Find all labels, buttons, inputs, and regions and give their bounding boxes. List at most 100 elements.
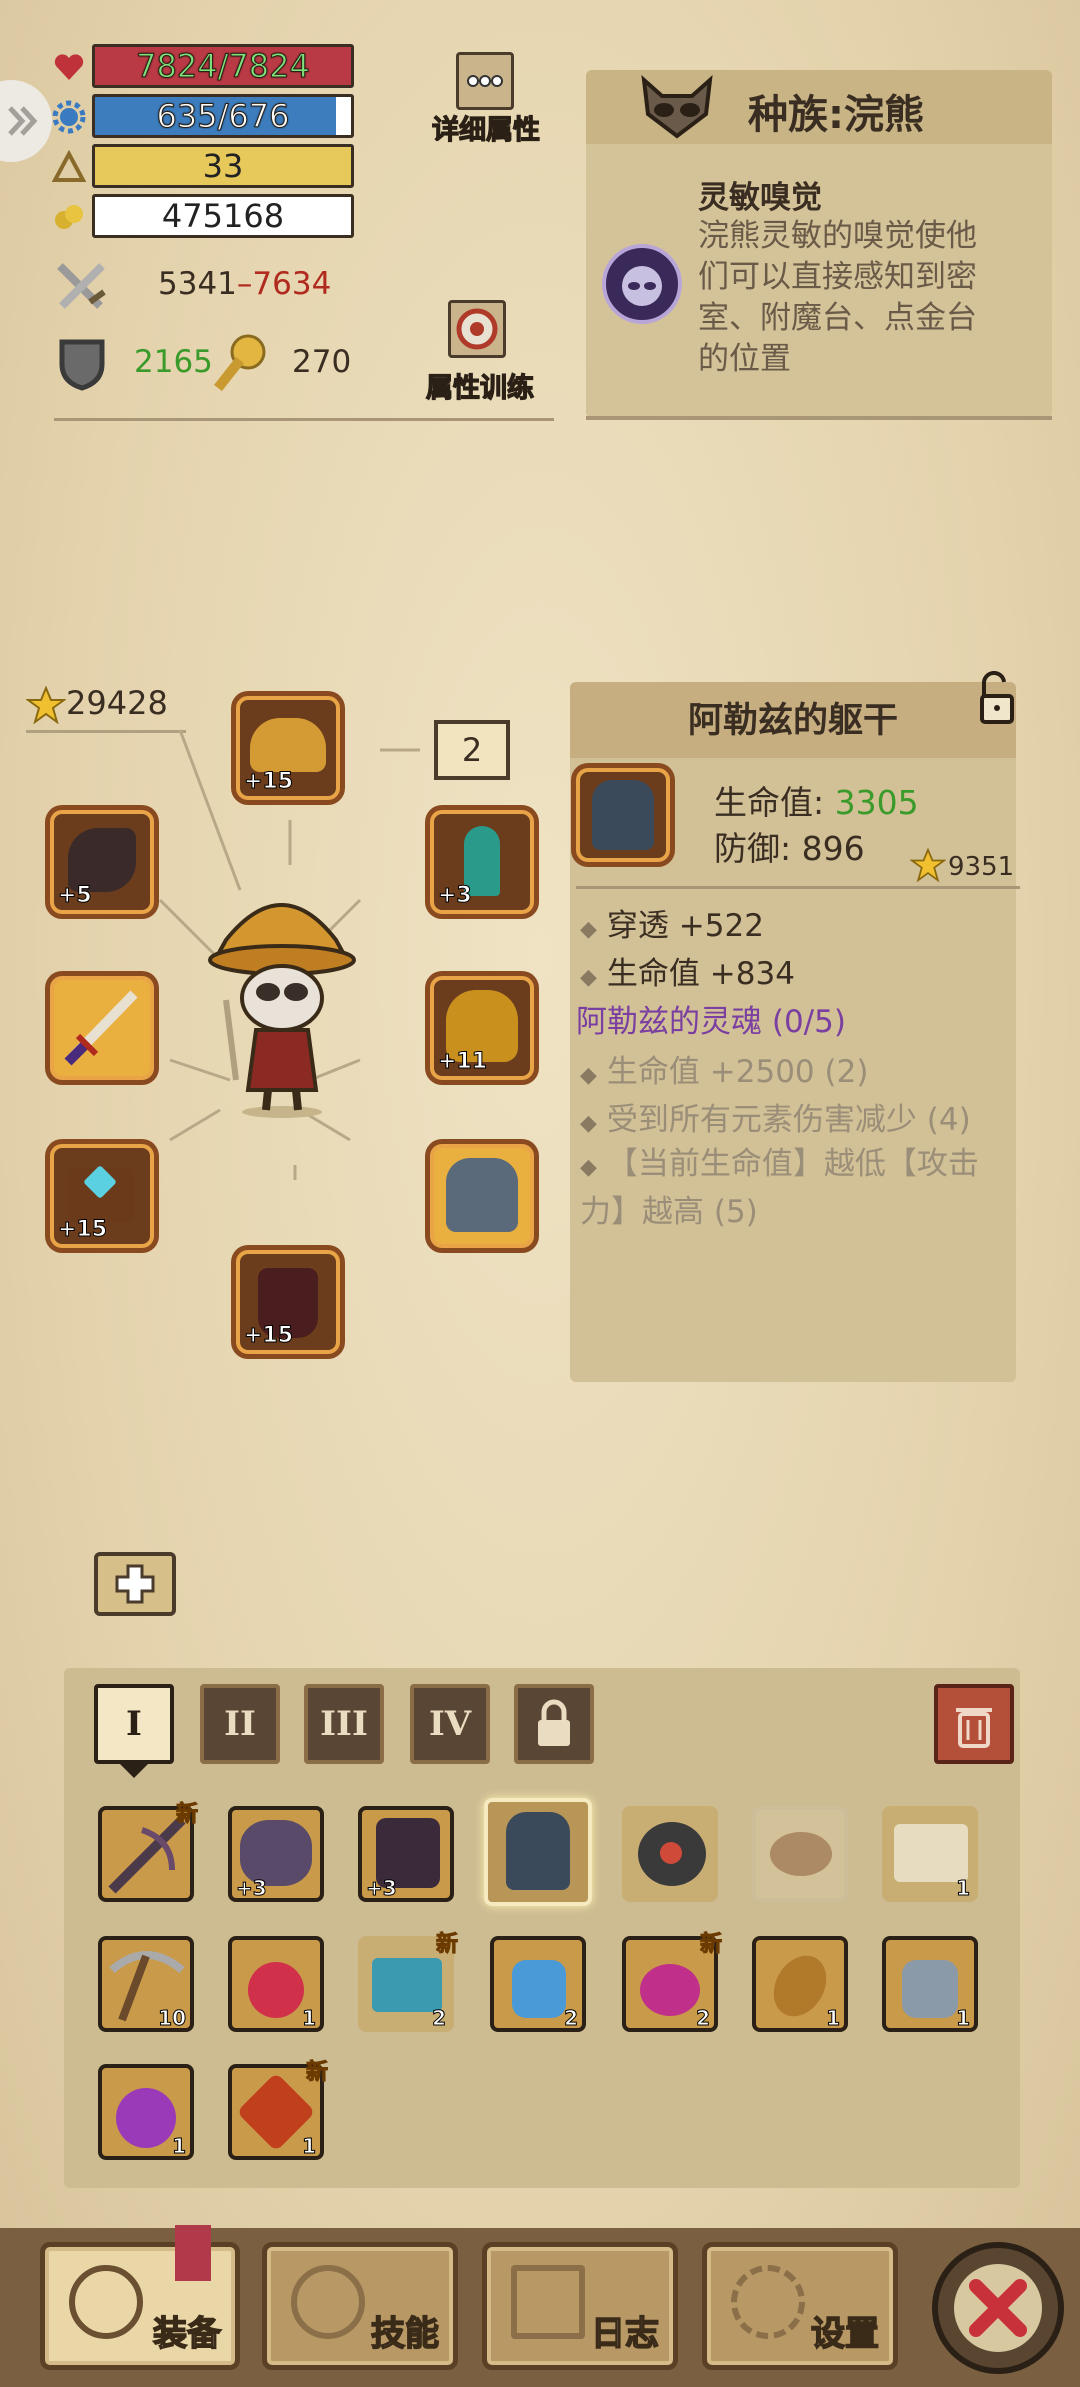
slot-level: +15	[243, 769, 294, 795]
nav-settings[interactable]: 设置	[702, 2242, 898, 2370]
raccoon-icon	[641, 75, 713, 139]
slot-helmet[interactable]: +15	[236, 696, 340, 800]
item-bonus-hp: ◆ 生命值 +834	[580, 956, 795, 992]
dark-armor-icon	[592, 780, 654, 850]
dots-icon	[467, 75, 503, 87]
item-count: 2	[696, 2006, 711, 2031]
nav-skills-label: 技能	[370, 2313, 440, 2355]
token-value: 270	[292, 344, 352, 380]
target-icon	[456, 308, 498, 350]
new-badge: 新	[435, 1932, 458, 1958]
item-hp-label: 生命值:	[714, 783, 835, 822]
new-badge: 新	[305, 2060, 328, 2086]
inv-item-leg-meat[interactable]	[752, 1806, 848, 1902]
item-hp: 生命值: 3305	[714, 776, 919, 824]
item-score-star-icon	[910, 848, 946, 882]
nav-equipment-label: 装备	[152, 2313, 222, 2355]
item-count: 2	[432, 2006, 447, 2031]
new-badge: 新	[175, 1802, 198, 1828]
inv-item-crossbow[interactable]: 新	[98, 1802, 199, 1902]
slot-amulet[interactable]: +3	[430, 810, 534, 914]
crossed-swords-icon	[57, 263, 106, 309]
slot-bracer[interactable]: +15	[50, 1144, 154, 1248]
side-menu-button[interactable]	[0, 80, 52, 162]
slot-level: +5	[58, 883, 93, 909]
inv-item-eye-helm[interactable]	[622, 1806, 718, 1902]
inv-item-spiked-helm[interactable]: +3	[228, 1806, 324, 1902]
slot-boots[interactable]: +15	[236, 1250, 340, 1354]
slot-level: +15	[243, 1323, 294, 1349]
tab-1[interactable]: I	[94, 1684, 174, 1764]
trash-icon	[956, 1708, 992, 1748]
inv-item-red-potion[interactable]: 1	[228, 1936, 324, 2032]
character-portrait	[208, 903, 356, 1118]
slot-chest[interactable]: +11	[430, 976, 534, 1080]
dark-armor-icon	[506, 1812, 570, 1890]
unlock-icon[interactable]	[970, 670, 1020, 726]
nav-equipment[interactable]: 装备	[40, 2225, 240, 2370]
tab-3[interactable]: III	[304, 1684, 384, 1764]
nav-skills[interactable]: 技能	[262, 2242, 458, 2370]
trait-name: 灵敏嗅觉	[698, 180, 822, 216]
item-set-bonus-5: ◆ 【当前生命值】越低【攻击力】越高 (5)	[580, 1146, 979, 1230]
inv-item-lightning-potion[interactable]: 1	[882, 1936, 978, 2032]
delete-button[interactable]	[934, 1684, 1014, 1764]
item-divider	[576, 886, 1020, 889]
inv-item-bread[interactable]: 1	[752, 1936, 848, 2032]
race-title: 种族:浣熊	[748, 92, 924, 138]
item-count: 1	[956, 1876, 971, 1901]
item-count: 1	[172, 2134, 187, 2159]
level-bar: 33	[92, 144, 354, 188]
add-button[interactable]	[94, 1552, 176, 1616]
inv-item-map-eye[interactable]: 新 2	[358, 1932, 459, 2032]
nav-log-label: 日志	[590, 2313, 660, 2355]
inv-item-pickaxe[interactable]: 10	[98, 1936, 194, 2032]
journal-icon	[511, 2265, 585, 2339]
scroll-icon	[894, 1824, 968, 1882]
inv-item-blue-potion[interactable]: 2	[490, 1936, 586, 2032]
item-count: 1	[826, 2006, 841, 2031]
nav-settings-label: 设置	[810, 2313, 880, 2355]
tab-locked[interactable]	[514, 1684, 594, 1764]
new-badge: 新	[699, 1932, 722, 1958]
equipment-page-badge[interactable]: 2	[434, 720, 510, 780]
attribute-training-label[interactable]: 属性训练	[418, 366, 542, 405]
blue-potion-icon	[512, 1960, 566, 2018]
mp-bar: 635/676	[92, 94, 354, 138]
mana-gear-icon	[52, 100, 86, 134]
slot-weapon[interactable]	[50, 976, 154, 1080]
nav-log[interactable]: 日志	[482, 2242, 678, 2370]
attack-separator: –	[236, 266, 253, 302]
bookmark-icon	[175, 2225, 211, 2281]
inv-item-pink-potion[interactable]: 新 2	[622, 1932, 723, 2032]
close-icon	[954, 2264, 1042, 2352]
padlock-icon	[538, 1699, 570, 1746]
hat-icon	[250, 718, 326, 772]
tab-4[interactable]: IV	[410, 1684, 490, 1764]
active-tab-pointer	[120, 1764, 148, 1778]
inv-item-selected-armor[interactable]	[484, 1798, 592, 1906]
slot-shoulder[interactable]: +5	[50, 810, 154, 914]
inv-item-purple-orb[interactable]: 1	[98, 2064, 194, 2160]
token-icon	[214, 334, 266, 392]
attack-min: 5341	[158, 266, 237, 302]
heart-icon	[54, 54, 84, 80]
shield-icon	[59, 339, 105, 391]
close-button[interactable]	[932, 2242, 1064, 2374]
tab-2[interactable]: II	[200, 1684, 280, 1764]
attribute-training-button[interactable]	[448, 300, 506, 358]
defense-value: 2165	[134, 344, 213, 380]
detail-attributes-label[interactable]: 详细属性	[424, 108, 548, 147]
race-divider	[586, 416, 1052, 420]
slot-body-armor[interactable]	[430, 1144, 534, 1248]
inv-item-claw-rune[interactable]: 新 1	[228, 2060, 329, 2160]
inv-item-dark-boots[interactable]: +3	[358, 1806, 454, 1902]
pink-potion-icon	[640, 1964, 700, 2016]
detail-attributes-button[interactable]	[456, 52, 514, 110]
slot-level: +3	[438, 883, 473, 909]
red-eye-icon	[660, 1842, 682, 1864]
trait-icon	[602, 244, 682, 324]
item-count: 1	[302, 2006, 317, 2031]
meat-icon	[770, 1832, 832, 1876]
inv-item-scroll[interactable]: 1	[882, 1806, 978, 1902]
